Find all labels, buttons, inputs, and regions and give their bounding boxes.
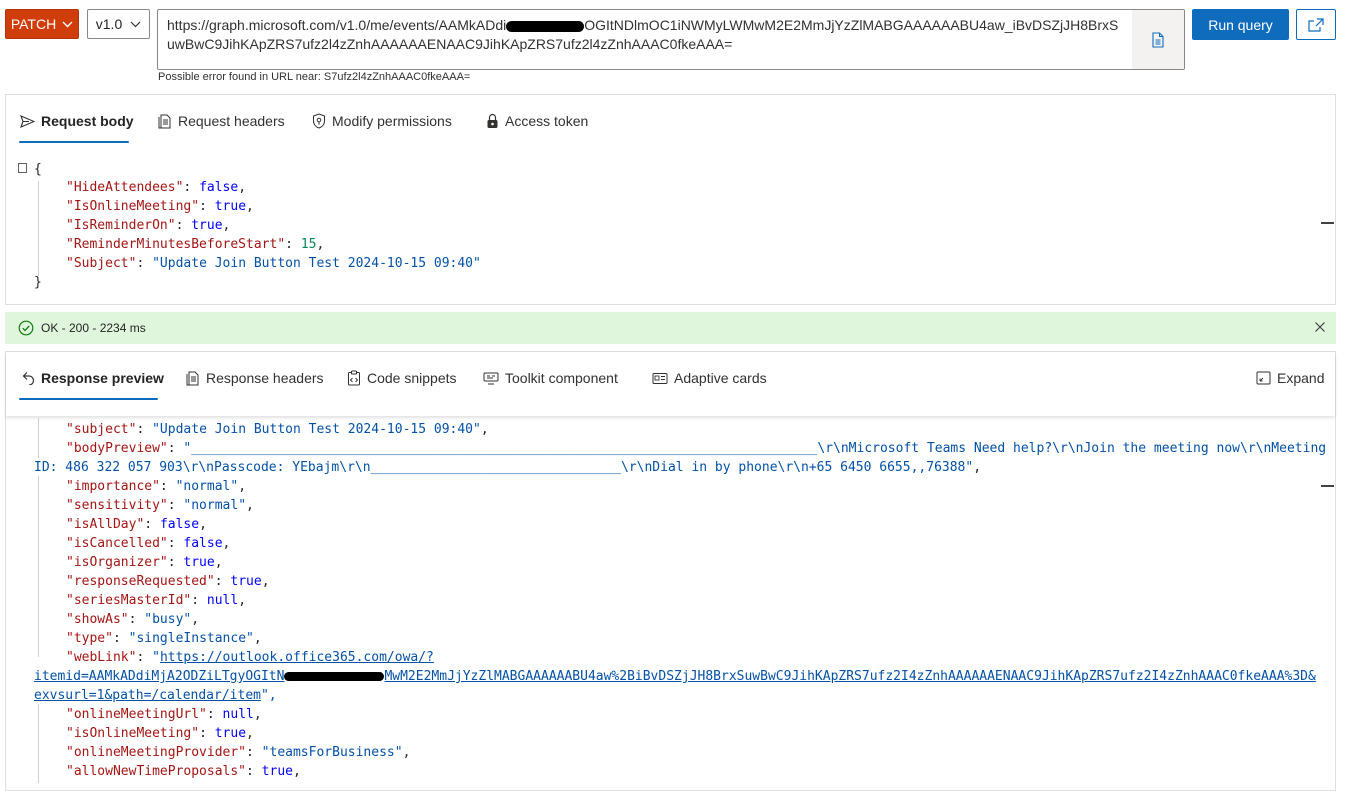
- indent-guide: [38, 181, 39, 276]
- fold-toggle[interactable]: [18, 163, 27, 173]
- toolkit-icon: [483, 372, 499, 384]
- code-line: ID: 486 322 057 903\r\nPasscode: YEbajm\…: [34, 460, 982, 475]
- tab-adaptive-cards[interactable]: Adaptive cards: [652, 370, 767, 386]
- status-bar: OK - 200 - 2234 ms: [5, 312, 1336, 344]
- code-line: "onlineMeetingUrl": null,: [66, 707, 262, 722]
- chevron-down-icon: [62, 21, 73, 27]
- code-line: "seriesMasterId": null,: [66, 593, 247, 608]
- tab-code-snippets[interactable]: Code snippets: [347, 370, 457, 386]
- editor-scroll-marker[interactable]: [1321, 222, 1334, 224]
- tab-response-preview[interactable]: Response preview: [22, 370, 164, 386]
- shield-key-icon: [313, 113, 325, 129]
- weblink-link[interactable]: https://outlook.office365.com/owa/?: [160, 650, 434, 665]
- active-tab-indicator: [19, 141, 129, 143]
- version-label: v1.0: [95, 16, 123, 32]
- indent-guide: [38, 476, 39, 657]
- code-line: itemid=AAMkADdiMjA2ODZiLTgyOGItN MwM2E2Mm…: [34, 667, 1316, 686]
- redaction-mark: [506, 20, 585, 32]
- code-line: "HideAttendees": false,: [66, 180, 247, 195]
- http-method-dropdown[interactable]: PATCH: [5, 9, 79, 39]
- tab-response-headers[interactable]: Response headers: [186, 370, 324, 386]
- share-icon: [1308, 17, 1324, 32]
- status-text: OK - 200 - 2234 ms: [41, 321, 146, 335]
- undo-arrow-icon: [22, 372, 35, 385]
- code-line: "ReminderMinutesBeforeStart": 15,: [66, 237, 325, 252]
- code-line: "isCancelled": false,: [66, 536, 231, 551]
- code-line: "type": "singleInstance",: [66, 631, 262, 646]
- indent-guide: [38, 418, 39, 458]
- code-line: "Subject": "Update Join Button Test 2024…: [66, 256, 481, 271]
- weblink-link[interactable]: MwM2E2MmJjYzZlMABGAAAAAABU4aw%2BiBvDSZjJ…: [384, 669, 1315, 684]
- tab-modify-permissions[interactable]: Modify permissions: [312, 113, 452, 129]
- headers-icon: [186, 371, 199, 386]
- expand-button[interactable]: Expand: [1256, 370, 1324, 386]
- url-text[interactable]: https://graph.microsoft.com/v1.0/me/even…: [167, 16, 1125, 54]
- tab-access-token[interactable]: Access token: [486, 113, 588, 129]
- indent-guide: [38, 704, 39, 783]
- clipboard-code-icon: [348, 370, 360, 386]
- method-label: PATCH: [10, 16, 57, 32]
- code-line: "subject": "Update Join Button Test 2024…: [66, 422, 489, 437]
- active-tab-indicator: [19, 398, 158, 400]
- code-line: "bodyPreview": "________________________…: [66, 441, 1327, 456]
- code-line: {: [34, 162, 42, 177]
- tab-toolkit-component[interactable]: Toolkit component: [483, 370, 618, 386]
- run-query-button[interactable]: Run query: [1192, 9, 1289, 40]
- code-line: "onlineMeetingProvider": "teamsForBusine…: [66, 745, 411, 760]
- code-line: "IsOnlineMeeting": true,: [66, 199, 254, 214]
- code-line: "allowNewTimeProposals": true,: [66, 764, 301, 779]
- card-icon: [652, 372, 668, 384]
- headers-icon: [158, 114, 171, 129]
- code-line: "isAllDay": false,: [66, 517, 207, 532]
- url-doc-button[interactable]: [1132, 10, 1184, 69]
- code-line: "showAs": "busy",: [66, 612, 200, 627]
- lock-icon: [487, 113, 498, 128]
- editor-scroll-marker[interactable]: [1321, 485, 1334, 487]
- code-line: "isOrganizer": true,: [66, 555, 223, 570]
- success-check-icon: [18, 320, 34, 336]
- close-icon[interactable]: [1314, 321, 1326, 333]
- expand-icon: [1256, 371, 1271, 385]
- chevron-down-icon: [130, 21, 141, 27]
- code-line: "sensitivity": "normal",: [66, 498, 254, 513]
- url-input[interactable]: https://graph.microsoft.com/v1.0/me/even…: [157, 9, 1185, 70]
- weblink-link[interactable]: itemid=AAMkADdiMjA2ODZiLTgyOGItN: [34, 669, 284, 684]
- document-icon: [1152, 31, 1164, 48]
- code-line: "webLink": "https://outlook.office365.co…: [66, 650, 434, 665]
- code-line: "importance": "normal",: [66, 479, 247, 494]
- share-button[interactable]: [1296, 9, 1336, 40]
- tab-request-body[interactable]: Request body: [20, 113, 134, 129]
- code-line: "isOnlineMeeting": true,: [66, 726, 254, 741]
- redaction-mark: [284, 672, 385, 681]
- code-line: }: [34, 275, 42, 290]
- url-error-message: Possible error found in URL near: S7ufz2…: [158, 71, 471, 83]
- tab-request-headers[interactable]: Request headers: [158, 113, 285, 129]
- code-line: "responseRequested": true,: [66, 574, 270, 589]
- weblink-link[interactable]: exvsurl=1&path=/calendar/item: [34, 688, 261, 703]
- code-line: "IsReminderOn": true,: [66, 218, 231, 233]
- send-icon: [20, 114, 35, 128]
- api-version-dropdown[interactable]: v1.0: [87, 9, 150, 39]
- code-line: exvsurl=1&path=/calendar/item",: [34, 688, 277, 703]
